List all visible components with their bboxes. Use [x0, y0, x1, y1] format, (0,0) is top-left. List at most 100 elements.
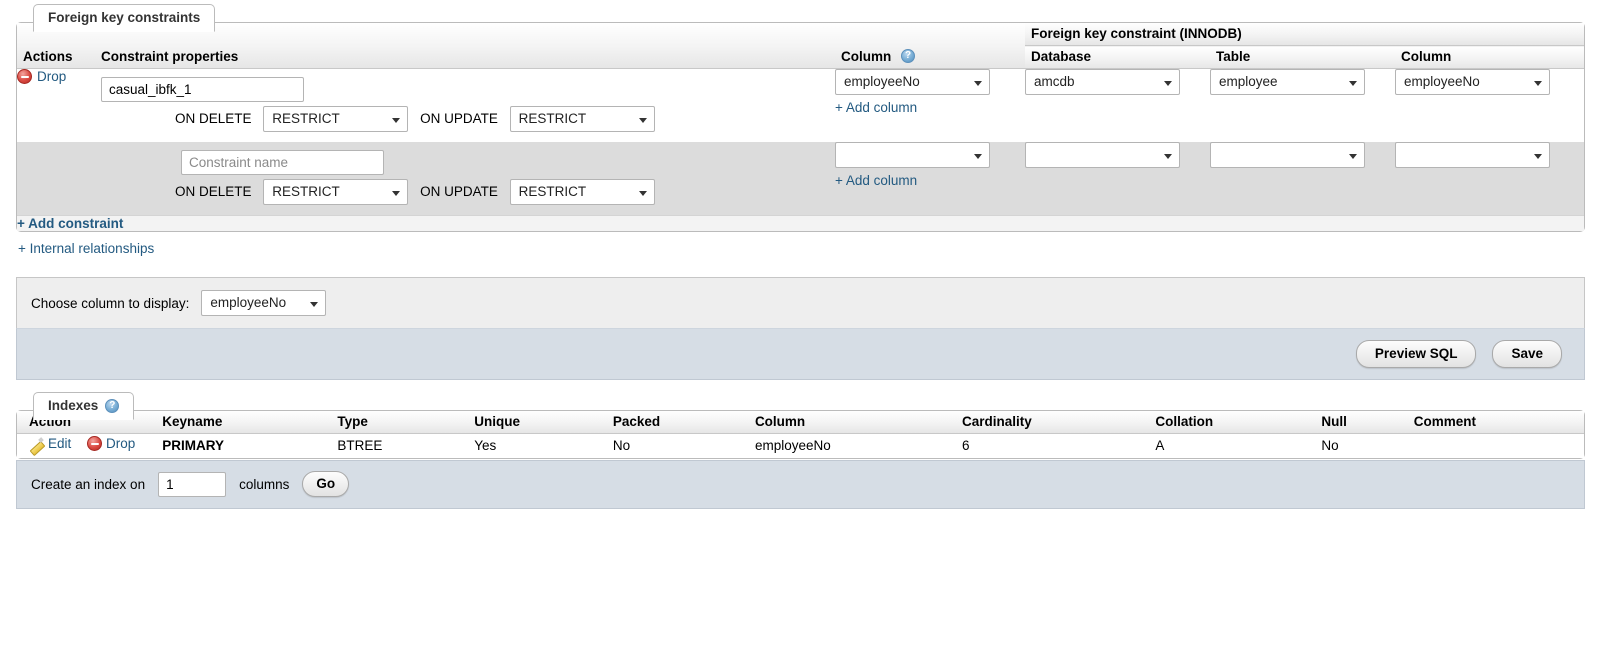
fk-row-constraint-properties: ON DELETE RESTRICT ON UPDATE RESTRICT: [95, 69, 835, 143]
drop-icon: [17, 69, 32, 84]
choose-column-panel: Choose column to display: employeeNo: [16, 277, 1585, 328]
fk-column-value: employeeNo: [844, 74, 920, 89]
idx-row-null: No: [1315, 433, 1408, 458]
save-button[interactable]: Save: [1492, 340, 1562, 368]
idx-row-packed: No: [606, 433, 749, 458]
fk-row-actions: [17, 142, 95, 216]
fk-database-select[interactable]: [1025, 142, 1180, 168]
idx-row-cardinality: 6: [956, 433, 1150, 458]
fk-ref-column-select[interactable]: employeeNo: [1395, 69, 1550, 95]
choose-column-select[interactable]: employeeNo: [201, 290, 327, 316]
idx-col-null: Null: [1315, 411, 1408, 434]
fk-row-column: + Add column: [835, 142, 1025, 216]
idx-row-unique: Yes: [468, 433, 607, 458]
edit-index-label: Edit: [48, 436, 72, 451]
fk-column-select[interactable]: [835, 142, 990, 168]
fk-ref-column-value: employeeNo: [1404, 74, 1480, 89]
idx-row-action: Edit Drop: [17, 433, 157, 458]
on-delete-select[interactable]: RESTRICT: [263, 179, 409, 205]
fk-table-select[interactable]: [1210, 142, 1365, 168]
fk-table-select[interactable]: employee: [1210, 69, 1365, 95]
on-update-select[interactable]: RESTRICT: [509, 106, 655, 132]
help-icon[interactable]: [901, 49, 916, 63]
idx-row-collation: A: [1149, 433, 1316, 458]
on-delete-value: RESTRICT: [272, 111, 340, 126]
fk-row-column: employeeNo + Add column: [835, 69, 1025, 143]
idx-col-collation: Collation: [1149, 411, 1316, 434]
indexes-table: Action Keyname Type Unique Packed Column…: [17, 411, 1584, 458]
constraint-name-input[interactable]: [181, 150, 384, 175]
fk-col-database: Database: [1025, 45, 1210, 69]
fk-col-column: Column: [835, 23, 1025, 69]
index-column-count-input[interactable]: [158, 471, 227, 497]
fk-row-actions: Drop: [17, 69, 95, 143]
add-constraint-cell: + Add constraint: [17, 215, 1584, 231]
add-constraint-row: + Add constraint: [17, 215, 1584, 231]
fk-table-head: Actions Constraint properties Column For…: [17, 23, 1584, 69]
idx-col-keyname: Keyname: [156, 411, 332, 434]
add-constraint-button[interactable]: + Add constraint: [17, 216, 123, 231]
fk-ref-column-select[interactable]: [1395, 142, 1550, 168]
drop-constraint-label: Drop: [37, 69, 67, 84]
add-column-link[interactable]: + Add column: [835, 100, 917, 115]
fk-database-value: amcdb: [1034, 74, 1075, 89]
table-row: Edit Drop PRIMARY BTREE Yes No employeeN…: [17, 433, 1584, 458]
on-update-label: ON UPDATE: [420, 183, 498, 199]
drop-index-button[interactable]: Drop: [87, 436, 135, 451]
fk-row-database: [1025, 142, 1210, 216]
add-column-link[interactable]: + Add column: [835, 173, 917, 188]
drop-icon: [87, 436, 103, 451]
table-row: ON DELETE RESTRICT ON UPDATE RESTRICT: [17, 142, 1584, 216]
indexes-table-body: Edit Drop PRIMARY BTREE Yes No employeeN…: [17, 433, 1584, 458]
edit-index-button[interactable]: Edit: [29, 436, 71, 451]
idx-row-column: employeeNo: [748, 433, 957, 458]
create-index-go-button[interactable]: Go: [302, 471, 350, 497]
foreign-key-constraints-legend: Foreign key constraints: [33, 4, 216, 32]
drop-index-label: Drop: [106, 436, 136, 451]
on-update-value: RESTRICT: [518, 111, 587, 126]
fk-table-value: employee: [1219, 74, 1278, 89]
constraint-name-input[interactable]: [101, 77, 304, 102]
idx-row-comment: [1407, 433, 1584, 458]
foreign-key-constraints-table: Actions Constraint properties Column For…: [17, 23, 1584, 231]
on-delete-label: ON DELETE: [175, 183, 252, 199]
internal-relationships-toggle[interactable]: + Internal relationships: [16, 232, 1585, 256]
idx-col-unique: Unique: [468, 411, 607, 434]
idx-row-keyname: PRIMARY: [156, 433, 332, 458]
idx-row-type: BTREE: [331, 433, 469, 458]
fk-table-body: Drop ON DELETE RESTRICT ON UPDATE: [17, 68, 1584, 231]
on-delete-label: ON DELETE: [175, 110, 252, 126]
help-icon[interactable]: [105, 398, 120, 413]
fk-header-row-main: Actions Constraint properties Column For…: [17, 23, 1584, 69]
fk-row-constraint-properties: ON DELETE RESTRICT ON UPDATE RESTRICT: [95, 142, 835, 216]
on-update-select[interactable]: RESTRICT: [509, 179, 655, 205]
on-delete-select[interactable]: RESTRICT: [263, 106, 409, 132]
fk-row-table: [1210, 142, 1395, 216]
idx-col-column: Column: [748, 411, 957, 434]
fk-col-column-label: Column: [841, 49, 892, 64]
fk-database-select[interactable]: amcdb: [1025, 69, 1180, 95]
on-update-value: RESTRICT: [518, 184, 587, 199]
on-delete-value: RESTRICT: [272, 184, 340, 199]
indexes-legend-label: Indexes: [48, 398, 99, 413]
indexes-legend: Indexes: [33, 392, 135, 420]
idx-col-comment: Comment: [1407, 411, 1584, 434]
page-root: Foreign key constraints Actions Constrai…: [0, 0, 1601, 509]
indexes-fieldset: Indexes Action Keyname Type Unique Packe…: [16, 392, 1585, 459]
preview-sql-button[interactable]: Preview SQL: [1355, 340, 1477, 368]
drop-constraint-button[interactable]: Drop: [17, 69, 66, 84]
form-actions-bar: Preview SQL Save: [16, 328, 1585, 380]
fk-row-ref-column: [1395, 142, 1584, 216]
create-index-label: Create an index on: [31, 476, 146, 492]
fk-col-ref-column: Column: [1395, 45, 1584, 69]
constraint-name-wrap: [95, 142, 835, 179]
idx-col-cardinality: Cardinality: [956, 411, 1150, 434]
fk-col-table: Table: [1210, 45, 1395, 69]
idx-col-type: Type: [331, 411, 469, 434]
fk-row-database: amcdb: [1025, 69, 1210, 143]
indexes-table-head: Action Keyname Type Unique Packed Column…: [17, 411, 1584, 434]
indexes-header-row: Action Keyname Type Unique Packed Column…: [17, 411, 1584, 434]
table-row: Drop ON DELETE RESTRICT ON UPDATE: [17, 68, 1584, 143]
pencil-icon: [29, 436, 44, 451]
fk-column-select[interactable]: employeeNo: [835, 69, 990, 95]
